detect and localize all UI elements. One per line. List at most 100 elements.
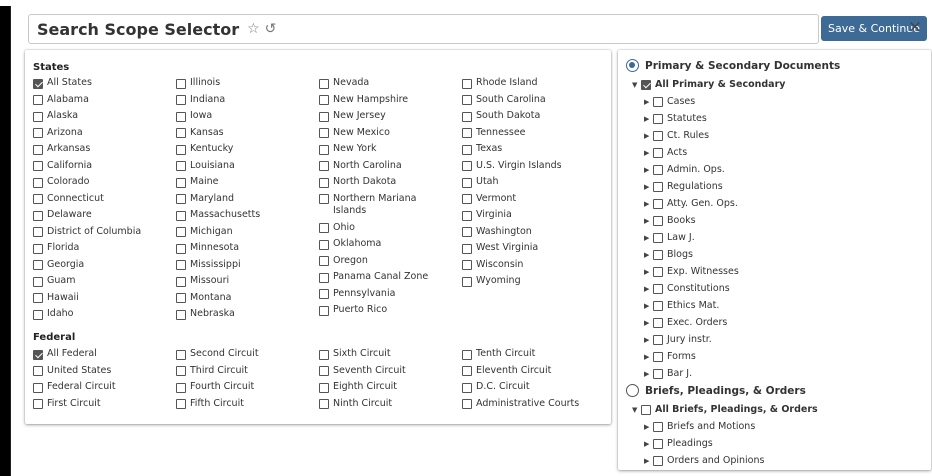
checkbox-box[interactable] (653, 232, 663, 243)
caret-right-icon[interactable]: ▶ (644, 98, 653, 106)
checkbox-box[interactable] (653, 164, 663, 175)
caret-right-icon[interactable]: ▶ (644, 149, 653, 157)
checkbox-box[interactable] (653, 283, 663, 294)
tree-item-constitutions[interactable]: ▶ Constitutions (632, 280, 785, 297)
primary-secondary-radio-row[interactable]: Primary & Secondary Documents (626, 59, 840, 72)
checkbox-box[interactable] (319, 382, 329, 393)
checkbox-montana[interactable]: Montana (176, 292, 319, 305)
checkbox-box[interactable] (653, 300, 663, 311)
checkbox-u-s-virgin-islands[interactable]: U.S. Virgin Islands (462, 160, 602, 173)
tree-item-orders-and-opinions[interactable]: ▶ Orders and Opinions (632, 452, 818, 469)
checkbox-fifth-circuit[interactable]: Fifth Circuit (176, 398, 319, 411)
checkbox-box[interactable] (653, 334, 663, 345)
tree-item-cases[interactable]: ▶ Cases (632, 93, 785, 110)
checkbox-all-federal[interactable]: All Federal (33, 348, 176, 361)
checkbox-box[interactable] (176, 382, 186, 393)
checkbox-first-circuit[interactable]: First Circuit (33, 398, 176, 411)
checkbox-box[interactable] (653, 249, 663, 260)
tree-item-bar-j[interactable]: ▶ Bar J. (632, 365, 785, 382)
checkbox-box[interactable] (319, 272, 329, 283)
caret-right-icon[interactable]: ▶ (644, 166, 653, 174)
checkbox-ohio[interactable]: Ohio (319, 222, 462, 235)
tree-item-law-j[interactable]: ▶ Law J. (632, 229, 785, 246)
checkbox-massachusetts[interactable]: Massachusetts (176, 209, 319, 222)
tree-item-acts[interactable]: ▶ Acts (632, 144, 785, 161)
checkbox-box[interactable] (653, 96, 663, 107)
checkbox-tenth-circuit[interactable]: Tenth Circuit (462, 348, 602, 361)
caret-right-icon[interactable]: ▶ (644, 217, 653, 225)
checkbox-box[interactable] (462, 210, 472, 221)
checkbox-louisiana[interactable]: Louisiana (176, 160, 319, 173)
checkbox-box[interactable] (33, 382, 43, 393)
checkbox-california[interactable]: California (33, 160, 176, 173)
checkbox-box[interactable] (176, 161, 186, 171)
caret-right-icon[interactable]: ▶ (644, 268, 653, 276)
checkbox-box[interactable] (176, 399, 186, 409)
checkbox-michigan[interactable]: Michigan (176, 226, 319, 239)
caret-right-icon[interactable]: ▶ (644, 336, 653, 344)
checkbox-seventh-circuit[interactable]: Seventh Circuit (319, 365, 462, 378)
checkbox-box[interactable] (653, 147, 663, 158)
checkbox-box[interactable] (33, 95, 43, 105)
checkbox-wyoming[interactable]: Wyoming (462, 275, 602, 288)
caret-right-icon[interactable]: ▶ (644, 183, 653, 191)
checkbox-ninth-circuit[interactable]: Ninth Circuit (319, 398, 462, 411)
briefs-radio[interactable] (626, 384, 639, 397)
checkbox-district-of-columbia[interactable]: District of Columbia (33, 226, 176, 239)
checkbox-box[interactable] (319, 95, 329, 105)
checkbox-northern-mariana-islands[interactable]: Northern Mariana Islands (319, 193, 462, 218)
checkbox-united-states[interactable]: United States (33, 365, 176, 378)
tree-item-jury-instr[interactable]: ▶ Jury instr. (632, 331, 785, 348)
checkbox-pennsylvania[interactable]: Pennsylvania (319, 288, 462, 301)
caret-right-icon[interactable]: ▶ (644, 115, 653, 123)
checkbox-maryland[interactable]: Maryland (176, 193, 319, 206)
checkbox-box[interactable] (462, 161, 472, 171)
checkbox-nevada[interactable]: Nevada (319, 77, 462, 90)
checkbox-utah[interactable]: Utah (462, 176, 602, 189)
tree-parent-all-briefs-pleadings-orders[interactable]: ▼ All Briefs, Pleadings, & Orders (632, 401, 818, 418)
history-icon[interactable]: ↺ (265, 21, 277, 37)
caret-right-icon[interactable]: ▶ (644, 285, 653, 293)
checkbox-box[interactable] (33, 349, 43, 360)
checkbox-box[interactable] (462, 276, 472, 287)
checkbox-box[interactable] (319, 128, 329, 138)
checkbox-box[interactable] (319, 144, 329, 155)
caret-right-icon[interactable]: ▶ (644, 319, 653, 327)
checkbox-box[interactable] (176, 243, 186, 254)
checkbox-fourth-circuit[interactable]: Fourth Circuit (176, 381, 319, 394)
checkbox-box[interactable] (319, 239, 329, 250)
caret-right-icon[interactable]: ▶ (644, 370, 653, 378)
checkbox-box[interactable] (653, 351, 663, 362)
tree-item-exec-orders[interactable]: ▶ Exec. Orders (632, 314, 785, 331)
checkbox-box[interactable] (33, 78, 43, 89)
caret-right-icon[interactable]: ▶ (644, 200, 653, 208)
checkbox-box[interactable] (33, 194, 43, 204)
checkbox-box[interactable] (319, 366, 329, 376)
checkbox-south-dakota[interactable]: South Dakota (462, 110, 602, 123)
checkbox-box[interactable] (176, 111, 186, 122)
checkbox-new-hampshire[interactable]: New Hampshire (319, 94, 462, 107)
close-icon[interactable]: × (907, 17, 923, 37)
checkbox-box[interactable] (462, 78, 472, 89)
checkbox-box[interactable] (319, 305, 329, 316)
briefs-radio-row[interactable]: Briefs, Pleadings, & Orders (626, 384, 806, 397)
checkbox-arizona[interactable]: Arizona (33, 127, 176, 140)
checkbox-arkansas[interactable]: Arkansas (33, 143, 176, 156)
checkbox-texas[interactable]: Texas (462, 143, 602, 156)
checkbox-box[interactable] (319, 161, 329, 171)
checkbox-box[interactable] (33, 111, 43, 122)
checkbox-guam[interactable]: Guam (33, 275, 176, 288)
checkbox-washington[interactable]: Washington (462, 226, 602, 239)
checkbox-panama-canal-zone[interactable]: Panama Canal Zone (319, 271, 462, 284)
tree-item-atty-gen-ops[interactable]: ▶ Atty. Gen. Ops. (632, 195, 785, 212)
checkbox-west-virginia[interactable]: West Virginia (462, 242, 602, 255)
checkbox-box[interactable] (33, 276, 43, 287)
tree-item-books[interactable]: ▶ Books (632, 212, 785, 229)
checkbox-box[interactable] (319, 194, 329, 204)
checkbox-puerto-rico[interactable]: Puerto Rico (319, 304, 462, 317)
checkbox-kansas[interactable]: Kansas (176, 127, 319, 140)
checkbox-box[interactable] (176, 293, 186, 303)
checkbox-box[interactable] (176, 78, 186, 89)
caret-right-icon[interactable]: ▶ (644, 423, 653, 431)
checkbox-box[interactable] (176, 194, 186, 204)
